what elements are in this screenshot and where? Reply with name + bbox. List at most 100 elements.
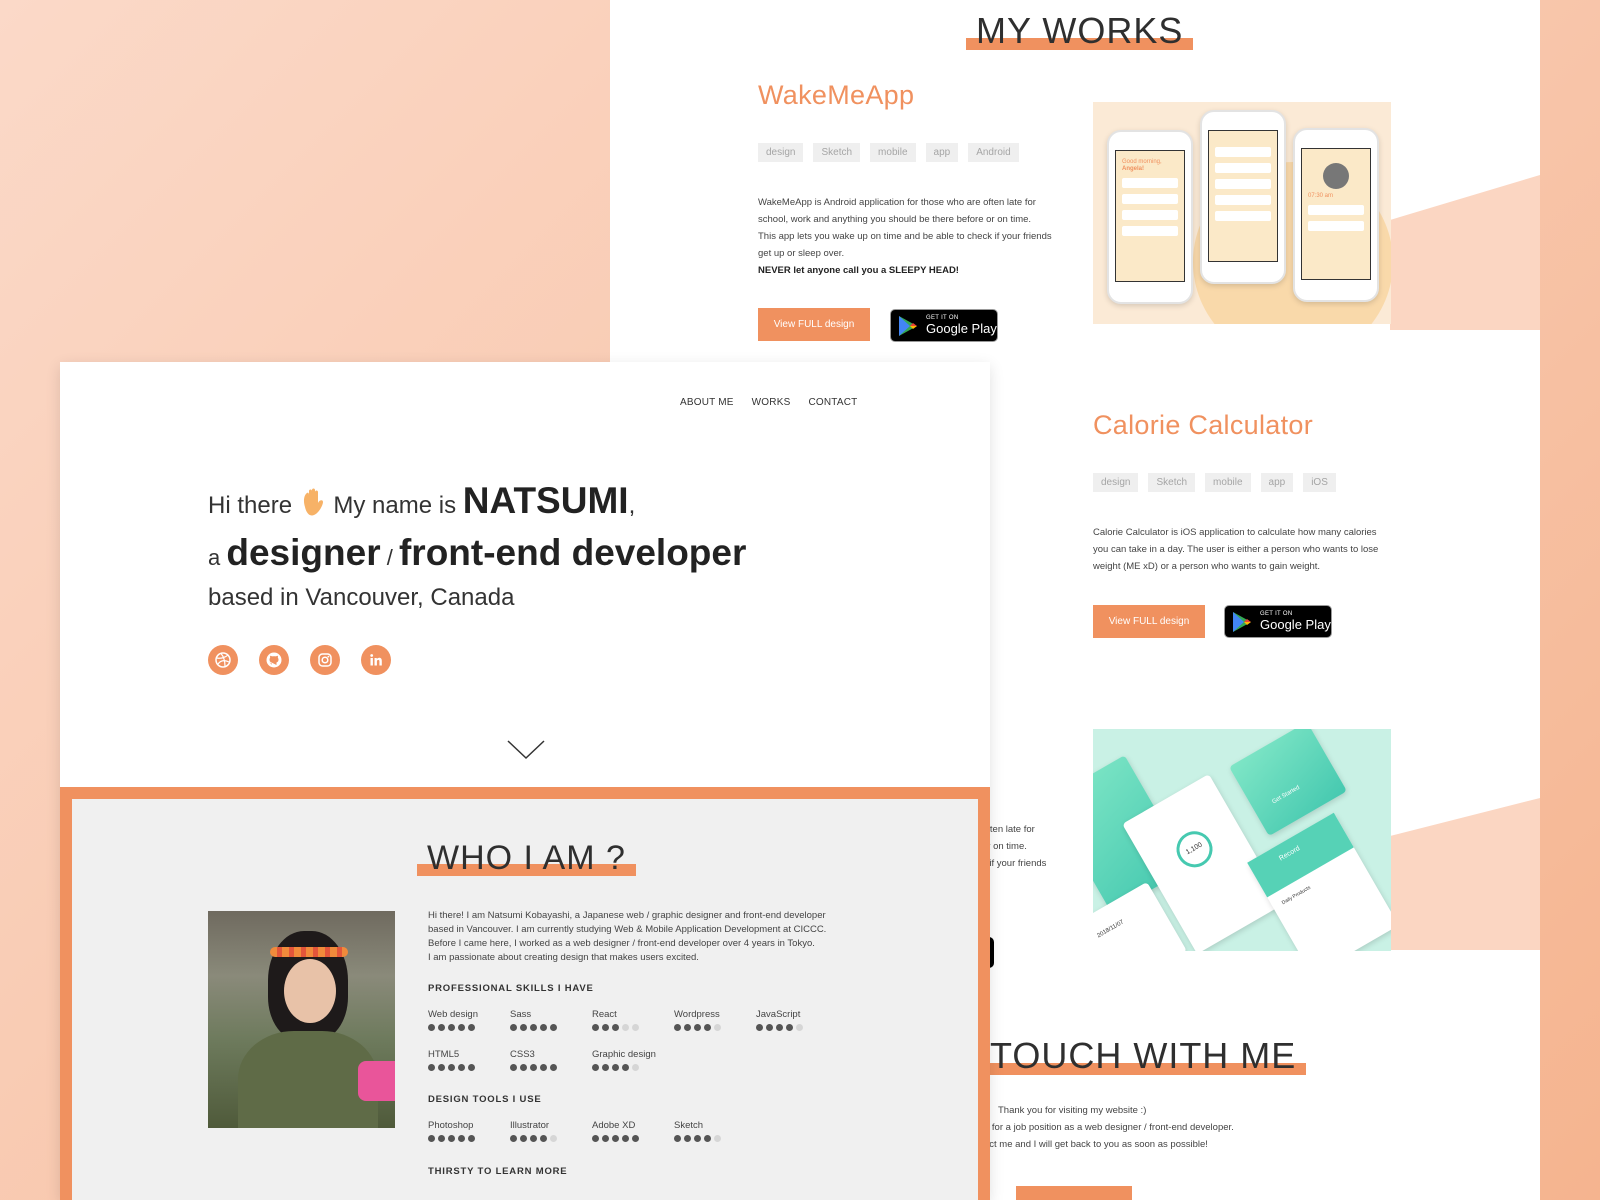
rating-dot [592,1064,599,1071]
skill-item: Web design [428,1009,478,1031]
skill-label: JavaScript [756,1009,801,1020]
rating-dot [510,1064,517,1071]
google-play-badge[interactable]: GET IT ON Google Play [890,309,998,342]
tag: design [758,143,804,162]
rating-dot [756,1024,763,1031]
skill-rating [756,1024,803,1031]
linkedin-icon[interactable] [361,645,391,675]
view-full-design-button[interactable]: View FULL design [758,308,870,341]
phone-mockup [1200,110,1286,284]
skills-heading: PROFESSIONAL SKILLS I HAVE [428,983,594,994]
rating-dot [694,1024,701,1031]
tag: app [925,143,959,162]
rating-dot [632,1024,639,1031]
rating-dot [786,1024,793,1031]
social-links [208,645,391,675]
tag: Sketch [813,143,861,162]
rating-dot [714,1135,721,1142]
github-icon[interactable] [259,645,289,675]
rating-dot [468,1064,475,1071]
wakemeapp-screenshot: Good morning, Angela! 07:30 am [1093,102,1391,324]
skill-label: Adobe XD [592,1120,636,1131]
skill-item: Graphic design [592,1049,656,1071]
rating-dot [550,1135,557,1142]
skill-rating [510,1024,557,1031]
section-title-who: WHO I AM ? [417,839,636,878]
rating-dot [458,1064,465,1071]
calorie-calculator-screenshot: 1,100 Get Started Record Daily Products 2… [1093,729,1391,951]
skill-rating [510,1064,557,1071]
tag: mobile [870,143,916,162]
skill-item: HTML5 [428,1049,475,1071]
chevron-down-icon[interactable] [507,740,545,760]
rating-dot [602,1024,609,1031]
project-description-partial: often late for or on time. k if your fri… [982,824,1047,869]
skill-rating [674,1135,721,1142]
nav-about-me[interactable]: ABOUT ME [680,397,734,408]
rating-dot [530,1135,537,1142]
rating-dot [602,1135,609,1142]
tools-heading: DESIGN TOOLS I USE [428,1094,542,1105]
tag: design [1093,473,1139,492]
skill-label: React [592,1009,617,1020]
rating-dot [684,1024,691,1031]
decor-band [1390,760,1540,950]
skill-item: Sketch [674,1120,721,1142]
skill-label: HTML5 [428,1049,460,1060]
hero-line-2: a designer / front-end developer [208,532,747,573]
rating-dot [684,1135,691,1142]
section-title-works: MY WORKS [966,10,1194,52]
skill-rating [428,1024,478,1031]
skill-rating [428,1064,475,1071]
dribbble-icon[interactable] [208,645,238,675]
rating-dot [602,1064,609,1071]
rating-dot [510,1024,517,1031]
rating-dot [550,1024,557,1031]
skill-item: Sass [510,1009,557,1031]
rating-dot [428,1064,435,1071]
nav-contact[interactable]: CONTACT [808,397,857,408]
project-tags: design Sketch mobile app iOS [1093,473,1336,492]
rating-dot [540,1024,547,1031]
rating-dot [428,1024,435,1031]
rating-dot [612,1064,619,1071]
skill-rating [592,1135,639,1142]
skill-item: React [592,1009,639,1031]
section-title-contact: TOUCH WITH ME [990,1035,1307,1077]
decor-band [1390,130,1540,330]
nav-works[interactable]: WORKS [752,397,791,408]
play-store-icon [1233,611,1251,632]
google-play-badge[interactable]: GET IT ON Google Play [1224,605,1332,638]
contact-button-partial[interactable] [1016,1186,1132,1200]
skill-item: Wordpress [674,1009,721,1031]
skill-rating [592,1064,656,1071]
tag: Android [968,143,1019,162]
rating-dot [622,1024,629,1031]
rating-dot [694,1135,701,1142]
rating-dot [540,1135,547,1142]
skill-label: Sass [510,1009,532,1020]
hero-line-1: Hi there My name is NATSUMI, [208,480,636,521]
rating-dot [592,1135,599,1142]
skill-label: Wordpress [674,1009,720,1020]
skill-item: CSS3 [510,1049,557,1071]
rating-dot [438,1064,445,1071]
rating-dot [622,1135,629,1142]
rating-dot [520,1064,527,1071]
rating-dot [592,1024,599,1031]
skill-rating [674,1024,721,1031]
rating-dot [796,1024,803,1031]
rating-dot [776,1024,783,1031]
skill-rating [510,1135,557,1142]
project-title: Calorie Calculator [1093,410,1313,440]
learn-heading: THIRSTY TO LEARN MORE [428,1166,568,1177]
profile-photo [208,911,395,1128]
rating-dot [550,1064,557,1071]
view-full-design-button[interactable]: View FULL design [1093,605,1205,638]
waving-hand-icon [303,488,323,516]
instagram-icon[interactable] [310,645,340,675]
rating-dot [428,1135,435,1142]
rating-dot [448,1135,455,1142]
rating-dot [468,1135,475,1142]
rating-dot [530,1024,537,1031]
